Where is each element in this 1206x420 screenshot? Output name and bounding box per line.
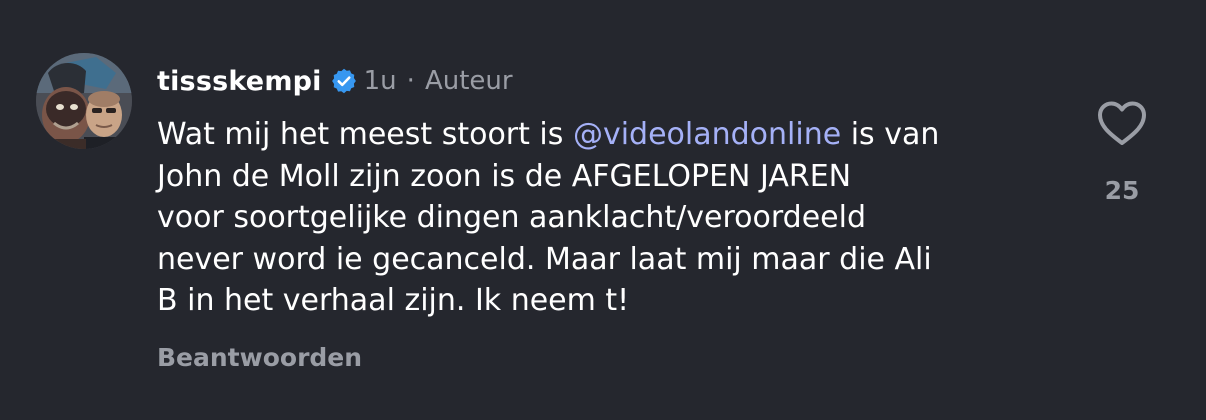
comment-header: tissskempi 1u · Auteur [157, 62, 513, 100]
comment-text: Wat mij het meest stoort is @videolandon… [157, 114, 1057, 322]
meta-separator: · [406, 66, 415, 96]
comment-line: never word ie gecanceld. Maar laat mij m… [157, 241, 932, 277]
comment-meta: 1u · Auteur [364, 66, 513, 96]
avatar[interactable] [36, 53, 132, 149]
comment-line: voor soortgelijke dingen aanklacht/veroo… [157, 200, 866, 235]
comment-text-segment: is van [841, 117, 940, 152]
comment-line: B in het verhaal zijn. Ik neem t! [157, 283, 630, 318]
comment-line: John de Moll zijn zoon is de AFGELOPEN J… [157, 158, 852, 194]
reply-button[interactable]: Beantwoorden [157, 343, 362, 372]
username[interactable]: tissskempi [157, 66, 322, 97]
comment-line: Wat mij het meest stoort is @videolandon… [157, 114, 1057, 156]
avatar-image [36, 53, 132, 149]
comment-text-segment: Wat mij het meest stoort is [157, 117, 573, 152]
timestamp: 1u [363, 66, 397, 96]
comment: tissskempi 1u · Auteur Wat mij het meest s… [0, 0, 1206, 420]
heart-outline-icon[interactable] [1096, 100, 1148, 148]
author-label: Auteur [424, 66, 513, 96]
mention-link[interactable]: @videolandonline [573, 117, 841, 152]
verified-badge-icon [330, 67, 358, 95]
like-count: 25 [1104, 176, 1140, 205]
